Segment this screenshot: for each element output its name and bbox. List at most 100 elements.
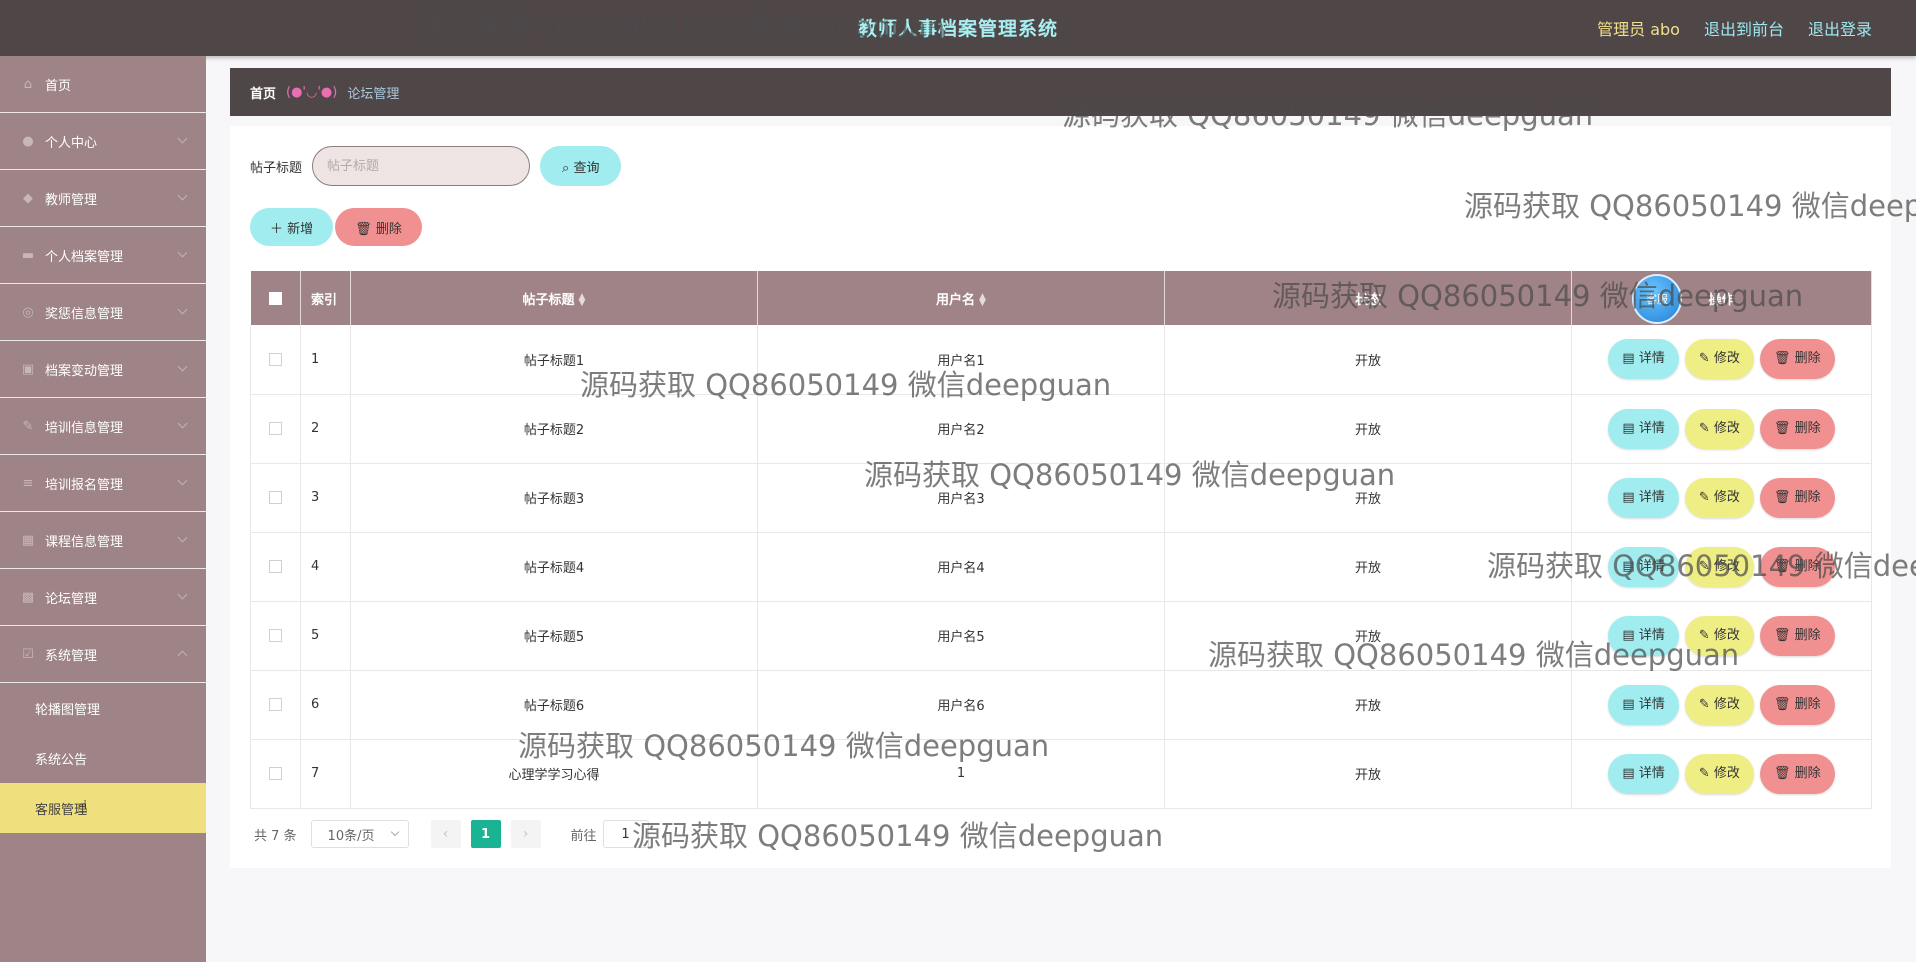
detail-button[interactable]: ▤ 详情 [1608,477,1679,518]
row-index: 2 [300,394,351,464]
pencil-icon: ✎ [1698,351,1710,367]
page-size-select[interactable]: 10条/页 [310,820,409,848]
select-all-checkbox[interactable] [268,291,282,305]
sidebar-item-archive-change[interactable]: ▣ 档案变动管理 [0,341,206,398]
delete-button[interactable]: 🗑 删除 [1759,408,1835,449]
row-index: 6 [300,670,351,740]
edit-button[interactable]: ✎ 修改 [1684,408,1754,449]
detail-button[interactable]: ▤ 详情 [1608,753,1679,794]
customer-service-icon[interactable]: 客服 [1632,274,1682,324]
edit-button[interactable]: ✎ 修改 [1684,684,1754,725]
sidebar-item-home[interactable]: ⌂ 首页 [0,56,206,113]
row-checkbox[interactable] [269,767,282,780]
breadcrumb-home[interactable]: 首页 [250,83,276,102]
table-row: 7 心理学学习心得 1 开放 ▤ 详情 ✎ 修改 🗑 删除 [250,739,1872,809]
forum-table: 索引 帖子标题 ▲ ▼ 用户名 ▲ ▼ 状态 操作 1 帖子标题1 用户名1 开放 ▤ 详情 ✎ … [250,271,1872,809]
row-status: 开放 [1164,670,1572,740]
goto-page-input[interactable] [602,820,649,848]
search-input[interactable] [312,146,531,186]
change-icon: ▣ [21,361,35,377]
detail-button[interactable]: ▤ 详情 [1608,684,1679,725]
document-icon: ▤ [1622,696,1635,712]
delete-button[interactable]: 🗑 删除 [1759,684,1835,725]
detail-button[interactable]: ▤ 详情 [1608,615,1679,656]
edit-button[interactable]: ✎ 修改 [1684,753,1754,794]
logout-link[interactable]: 退出登录 [1808,16,1872,40]
page-number-current[interactable]: 1 [470,820,501,848]
sidebar-item-training-signup[interactable]: ≡ 培训报名管理 [0,455,206,512]
sidebar-subitem-announcement[interactable]: 系统公告 [0,733,206,783]
sidebar-item-award[interactable]: ◎ 奖惩信息管理 [0,284,206,341]
row-user: 用户名2 [757,394,1165,464]
main-panel: 帖子标题 ⌕ 查询 ＋ 新增 🗑 删除 索引 帖子标题▲▼ 用户名▲▼ 状态 [230,126,1891,868]
chevron-down-icon [177,532,188,543]
sidebar-subitem-carousel[interactable]: 轮播图管理 [0,683,206,733]
row-index: 5 [300,601,351,671]
edit-button[interactable]: ✎ 修改 [1684,615,1754,656]
row-checkbox[interactable] [269,698,282,711]
row-checkbox[interactable] [269,491,282,504]
add-button[interactable]: ＋ 新增 [250,208,334,246]
delete-button[interactable]: 🗑 删除 [1759,477,1835,518]
hand-cursor-icon: ☝ [77,797,88,818]
delete-button[interactable]: 🗑 删除 [1759,753,1835,794]
detail-button[interactable]: ▤ 详情 [1608,339,1679,380]
sort-icon[interactable]: ▲ ▼ [579,293,586,308]
delete-button[interactable]: 🗑 删除 [1759,546,1835,587]
table-row: 4 帖子标题4 用户名4 开放 ▤ 详情 ✎ 修改 🗑 删除 [250,532,1872,602]
next-page-button[interactable]: › [510,820,541,848]
chat-label: 客服 [1646,293,1668,306]
delete-button[interactable]: 🗑 删除 [1759,339,1835,380]
delete-button[interactable]: 🗑 删除 [1759,615,1835,656]
table-row: 5 帖子标题5 用户名5 开放 ▤ 详情 ✎ 修改 🗑 删除 [250,601,1872,671]
row-title: 帖子标题2 [350,394,758,464]
chevron-down-icon [177,418,188,429]
chevron-down-icon [177,190,188,201]
header-title[interactable]: 帖子标题 ▲ ▼ [350,271,758,325]
sidebar-item-forum[interactable]: ▩ 论坛管理 [0,569,206,626]
sidebar-item-label: 培训信息管理 [45,420,124,436]
row-user: 用户名1 [757,325,1165,395]
detail-button[interactable]: ▤ 详情 [1608,546,1679,587]
system-icon: ☑ [22,646,34,662]
edit-button[interactable]: ✎ 修改 [1684,339,1754,380]
batch-delete-button[interactable]: 🗑 删除 [335,208,422,246]
detail-button[interactable]: ▤ 详情 [1608,408,1679,449]
row-index: 3 [300,463,351,533]
row-ops: ▤ 详情 ✎ 修改 🗑 删除 [1571,325,1872,395]
edit-button-label: 修改 [1713,696,1740,712]
row-checkbox[interactable] [269,352,282,366]
row-ops: ▤ 详情 ✎ 修改 🗑 删除 [1571,394,1872,464]
sidebar-item-course[interactable]: ▦ 课程信息管理 [0,512,206,569]
header-user[interactable]: 用户名 ▲ ▼ [757,271,1165,325]
delete-button-label: 删除 [1794,489,1821,505]
sort-icon[interactable]: ▲ ▼ [979,293,986,308]
sidebar-subitem-customer-service[interactable]: 客服管理 [0,783,206,833]
sidebar-item-teacher[interactable]: ◆ 教师管理 [0,170,206,227]
edit-button-label: 修改 [1713,558,1740,574]
row-title: 心理学学习心得 [350,739,758,809]
edit-button[interactable]: ✎ 修改 [1684,477,1754,518]
row-checkbox[interactable] [269,560,282,573]
row-select-cell [250,739,301,809]
edit-button-label: 修改 [1713,627,1740,643]
search-button[interactable]: ⌕ 查询 [540,146,622,186]
chevron-down-icon [390,827,399,837]
search-row: 帖子标题 ⌕ 查询 [250,146,622,186]
row-checkbox[interactable] [269,629,282,642]
sidebar-item-training[interactable]: ✎ 培训信息管理 [0,398,206,455]
sidebar-item-archive[interactable]: ▬ 个人档案管理 [0,227,206,284]
signup-icon: ≡ [22,475,34,491]
prev-page-button[interactable]: ‹ [430,820,461,848]
trash-icon: 🗑 [1773,627,1791,643]
row-select-cell [250,601,301,671]
row-select-cell [250,670,301,740]
sidebar-item-personal-center[interactable]: ● 个人中心 [0,113,206,170]
detail-button-label: 详情 [1638,696,1665,712]
edit-button[interactable]: ✎ 修改 [1684,546,1754,587]
sidebar-item-system[interactable]: ☑ 系统管理 [0,626,206,683]
chevron-down-icon [177,247,188,258]
row-checkbox[interactable] [269,422,282,435]
row-status: 开放 [1164,532,1572,602]
exit-to-front-link[interactable]: 退出到前台 [1704,16,1784,40]
